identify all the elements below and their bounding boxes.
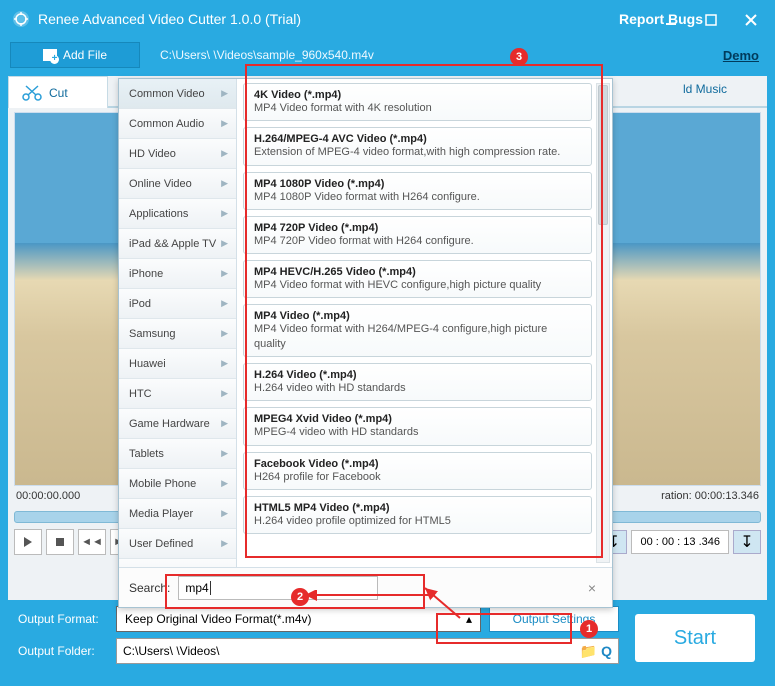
prev-frame-button[interactable]: ◄◄: [78, 529, 106, 555]
category-item[interactable]: Tablets▶: [119, 439, 236, 469]
format-list: 4K Video (*.mp4)MP4 Video format with 4K…: [237, 79, 612, 567]
format-dropdown-panel: Common Video▶Common Audio▶HD Video▶Onlin…: [118, 78, 613, 608]
category-item[interactable]: HTC▶: [119, 379, 236, 409]
time-out-display[interactable]: 00 : 00 : 13 .346: [631, 530, 729, 554]
format-item[interactable]: 4K Video (*.mp4)MP4 Video format with 4K…: [243, 83, 592, 121]
search-label: Search:: [129, 581, 170, 595]
category-item[interactable]: HD Video▶: [119, 139, 236, 169]
category-item[interactable]: Mobile Phone▶: [119, 469, 236, 499]
time-start: 00:00:00.000: [16, 490, 80, 508]
category-item[interactable]: Common Audio▶: [119, 109, 236, 139]
mark-out-button[interactable]: ↧: [733, 530, 761, 554]
format-item[interactable]: MP4 720P Video (*.mp4)MP4 720P Video for…: [243, 216, 592, 254]
category-item[interactable]: User Defined▶: [119, 529, 236, 559]
annotation-badge-2: 2: [291, 588, 309, 606]
format-item[interactable]: H.264 Video (*.mp4)H.264 video with HD s…: [243, 363, 592, 401]
output-format-label: Output Format:: [18, 612, 108, 626]
demo-link[interactable]: Demo: [723, 48, 759, 63]
tab-cut-label: Cut: [49, 86, 68, 100]
category-item[interactable]: Samsung▶: [119, 319, 236, 349]
add-file-button[interactable]: Add File: [10, 42, 140, 68]
output-format-value: Keep Original Video Format(*.m4v): [125, 612, 312, 626]
category-item[interactable]: Applications▶: [119, 199, 236, 229]
annotation-badge-3: 3: [510, 48, 528, 66]
search-close-button[interactable]: ×: [582, 580, 602, 596]
folder-open-icon[interactable]: Q: [601, 643, 612, 660]
format-item[interactable]: H.264/MPEG-4 AVC Video (*.mp4)Extension …: [243, 127, 592, 165]
format-item[interactable]: Facebook Video (*.mp4)H264 profile for F…: [243, 452, 592, 490]
search-input[interactable]: mp4: [178, 576, 378, 600]
tab-music-partial[interactable]: ld Music: [683, 82, 727, 96]
category-item[interactable]: Media Player▶: [119, 499, 236, 529]
category-list: Common Video▶Common Audio▶HD Video▶Onlin…: [119, 79, 237, 567]
output-format-select[interactable]: Keep Original Video Format(*.m4v) ▴: [116, 606, 481, 632]
tab-cut[interactable]: Cut: [8, 76, 108, 108]
annotation-badge-1: 1: [580, 620, 598, 638]
category-item[interactable]: iPod▶: [119, 289, 236, 319]
maximize-button[interactable]: [697, 6, 725, 34]
format-item[interactable]: MP4 HEVC/H.265 Video (*.mp4)MP4 Video fo…: [243, 260, 592, 298]
close-button[interactable]: [737, 6, 765, 34]
scissors-icon: [21, 84, 43, 102]
category-item[interactable]: Recent▶: [119, 559, 236, 567]
window-title: Renee Advanced Video Cutter 1.0.0 (Trial…: [38, 11, 619, 27]
output-folder-input[interactable]: C:\Users\ \Videos\ 📁 Q: [116, 638, 619, 664]
format-item[interactable]: HTML5 MP4 Video (*.mp4)H.264 video profi…: [243, 496, 592, 534]
format-item[interactable]: MP4 1080P Video (*.mp4)MP4 1080P Video f…: [243, 172, 592, 210]
play-button[interactable]: [14, 529, 42, 555]
output-folder-value: C:\Users\ \Videos\: [123, 644, 219, 658]
category-item[interactable]: Game Hardware▶: [119, 409, 236, 439]
category-item[interactable]: iPhone▶: [119, 259, 236, 289]
start-button[interactable]: Start: [635, 614, 755, 662]
app-icon: [12, 10, 30, 28]
time-duration: ration: 00:00:13.346: [661, 490, 759, 508]
add-file-label: Add File: [63, 48, 107, 62]
output-folder-label: Output Folder:: [18, 644, 108, 658]
format-item[interactable]: MP4 Video (*.mp4)MP4 Video format with H…: [243, 304, 592, 357]
category-item[interactable]: iPad && Apple TV▶: [119, 229, 236, 259]
folder-browse-icon[interactable]: 📁: [580, 643, 597, 660]
dropdown-arrow-icon: ▴: [466, 612, 472, 626]
minimize-button[interactable]: [657, 6, 685, 34]
file-path: C:\Users\ \Videos\sample_960x540.m4v: [160, 48, 723, 62]
add-file-icon: [43, 49, 57, 61]
category-item[interactable]: Online Video▶: [119, 169, 236, 199]
category-item[interactable]: Common Video▶: [119, 79, 236, 109]
stop-button[interactable]: [46, 529, 74, 555]
output-settings-button[interactable]: Output Settings: [489, 606, 619, 632]
format-scrollbar[interactable]: [596, 83, 610, 563]
category-item[interactable]: Huawei▶: [119, 349, 236, 379]
format-item[interactable]: MPEG4 Xvid Video (*.mp4)MPEG-4 video wit…: [243, 407, 592, 445]
